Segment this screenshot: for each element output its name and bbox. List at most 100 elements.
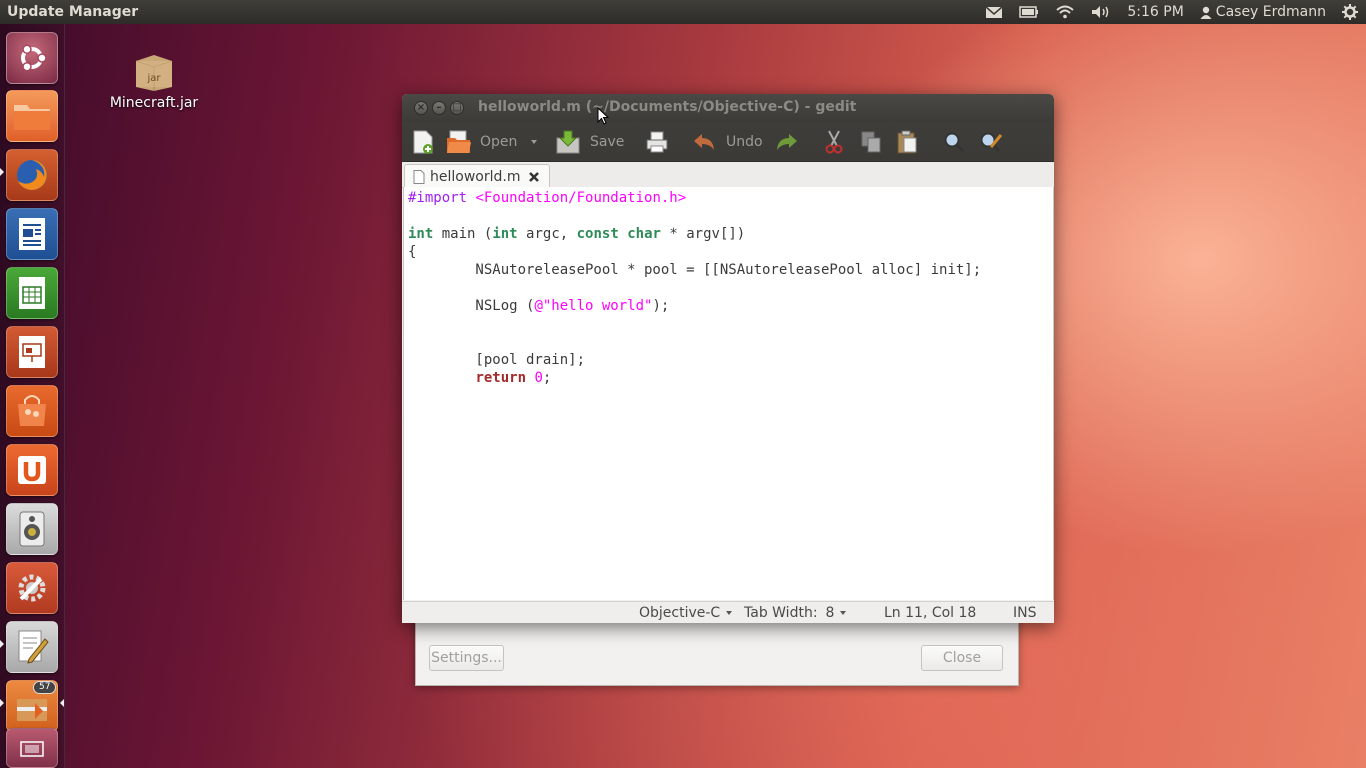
wifi-icon[interactable] <box>1047 0 1083 24</box>
running-indicator <box>0 699 4 707</box>
redo-icon <box>777 134 797 150</box>
new-document-button[interactable] <box>412 130 434 154</box>
shopping-bag-icon <box>18 395 46 426</box>
save-label: Save <box>590 134 625 150</box>
update-box-icon <box>17 699 47 721</box>
print-button[interactable] <box>645 130 669 154</box>
window-maximize-icon[interactable]: □ <box>450 101 464 115</box>
cut-button[interactable] <box>824 130 844 154</box>
launcher-ubuntu-one[interactable] <box>6 444 58 496</box>
top-panel: Update Manager 5:16 PM Casey Erdmann <box>0 0 1366 24</box>
open-folder-icon <box>447 130 471 153</box>
redo-button[interactable] <box>775 130 799 154</box>
running-indicator <box>0 168 4 176</box>
toolbar: Open Save Undo <box>402 122 1054 162</box>
tab-width-label: Tab Width: <box>744 605 818 621</box>
speaker-icon <box>19 511 45 547</box>
active-indicator <box>60 699 64 707</box>
gear-icon[interactable] <box>1334 0 1366 24</box>
user-icon <box>1200 6 1212 19</box>
save-button[interactable]: Save <box>556 130 624 154</box>
window-close-icon[interactable]: × <box>414 101 428 115</box>
launcher-sound[interactable] <box>6 503 58 555</box>
chevron-down-icon <box>531 140 537 144</box>
package-icon-text: jar <box>147 73 161 84</box>
code-line-1: #import <Foundation/Foundation.h> <box>408 190 687 206</box>
volume-icon[interactable] <box>1083 0 1119 24</box>
launcher-system-settings[interactable] <box>6 562 58 614</box>
mail-icon[interactable] <box>977 0 1011 24</box>
open-label: Open <box>480 134 518 150</box>
user-menu[interactable]: Casey Erdmann <box>1192 0 1334 24</box>
launcher-calc[interactable] <box>6 267 58 319</box>
gedit-window: × – □ helloworld.m (~/Documents/Objectiv… <box>402 94 1054 623</box>
tab-label: helloworld.m <box>430 168 521 185</box>
impress-icon <box>19 336 45 368</box>
text-editor-icon <box>18 630 49 664</box>
tab-close-icon[interactable] <box>528 171 540 183</box>
code-line-7: NSLog (@"hello world"); <box>408 298 670 314</box>
launcher-software-center[interactable] <box>6 385 58 437</box>
find-button[interactable] <box>943 130 965 154</box>
undo-button[interactable]: Undo <box>692 130 763 154</box>
mouse-cursor-icon <box>597 107 609 125</box>
chevron-down-icon <box>840 611 847 615</box>
settings-wrench-icon <box>18 574 46 602</box>
open-button[interactable]: Open <box>446 130 517 154</box>
title-bar[interactable]: × – □ helloworld.m (~/Documents/Objectiv… <box>402 94 1054 122</box>
user-name: Casey Erdmann <box>1215 4 1326 20</box>
code-line-10: [pool drain]; <box>408 352 586 368</box>
paste-button[interactable] <box>896 130 918 154</box>
launcher-files[interactable] <box>6 90 58 142</box>
writer-icon <box>19 218 45 250</box>
window-title: helloworld.m (~/Documents/Objective-C) -… <box>478 99 857 115</box>
launcher: 57 <box>0 24 65 768</box>
launcher-workspaces[interactable] <box>6 728 58 768</box>
launcher-writer[interactable] <box>6 208 58 260</box>
code-line-11: return 0; <box>475 370 552 386</box>
desktop-icon-minecraft-jar[interactable]: jar Minecraft.jar <box>106 50 202 111</box>
close-button[interactable]: Close <box>921 645 1003 671</box>
open-recent-dropdown[interactable] <box>531 130 537 154</box>
workspace-switcher-icon <box>20 741 44 757</box>
cursor-position: Ln 11, Col 18 <box>884 605 977 621</box>
launcher-update-manager[interactable]: 57 <box>6 680 58 732</box>
ubuntu-logo-icon <box>21 44 47 72</box>
document-icon <box>413 169 425 184</box>
folder-icon <box>14 105 50 130</box>
code-line-3: int main (int argc, const char * argv[]) <box>408 226 746 242</box>
copy-button[interactable] <box>860 130 882 154</box>
chevron-down-icon <box>726 611 733 615</box>
insert-mode: INS <box>1013 605 1037 621</box>
calc-icon <box>19 277 45 309</box>
copy-icon <box>861 131 881 153</box>
ubuntu-one-icon <box>18 456 46 484</box>
launcher-impress[interactable] <box>6 326 58 378</box>
undo-label: Undo <box>726 134 763 150</box>
text-editor[interactable]: #import <Foundation/Foundation.h> int ma… <box>403 187 1054 600</box>
save-icon <box>556 130 580 154</box>
clock[interactable]: 5:16 PM <box>1119 0 1191 24</box>
print-icon <box>646 131 668 153</box>
launcher-gedit[interactable] <box>6 621 58 673</box>
app-title[interactable]: Update Manager <box>0 4 138 20</box>
find-replace-button[interactable] <box>979 130 1003 154</box>
find-replace-icon <box>980 132 1003 153</box>
language-selector[interactable]: Objective-C <box>639 605 733 621</box>
window-minimize-icon[interactable]: – <box>432 101 446 115</box>
paste-icon <box>897 130 917 154</box>
undo-icon <box>694 134 714 150</box>
dash-home-button[interactable] <box>6 32 58 84</box>
code-line-5: NSAutoreleasePool * pool = [[NSAutorelea… <box>408 262 982 278</box>
battery-icon[interactable] <box>1011 0 1047 24</box>
code-line-4: { <box>408 244 417 260</box>
tab-width-selector[interactable]: Tab Width: 8 <box>744 605 847 621</box>
tab-helloworld[interactable]: helloworld.m <box>404 164 550 188</box>
tab-strip: helloworld.m <box>402 162 1054 188</box>
new-document-icon <box>413 130 433 154</box>
tab-width-value: 8 <box>825 605 835 621</box>
scissors-icon <box>825 130 843 154</box>
settings-button[interactable]: Settings... <box>429 645 504 671</box>
indicators: 5:16 PM Casey Erdmann <box>977 0 1366 24</box>
launcher-firefox[interactable] <box>6 149 58 201</box>
